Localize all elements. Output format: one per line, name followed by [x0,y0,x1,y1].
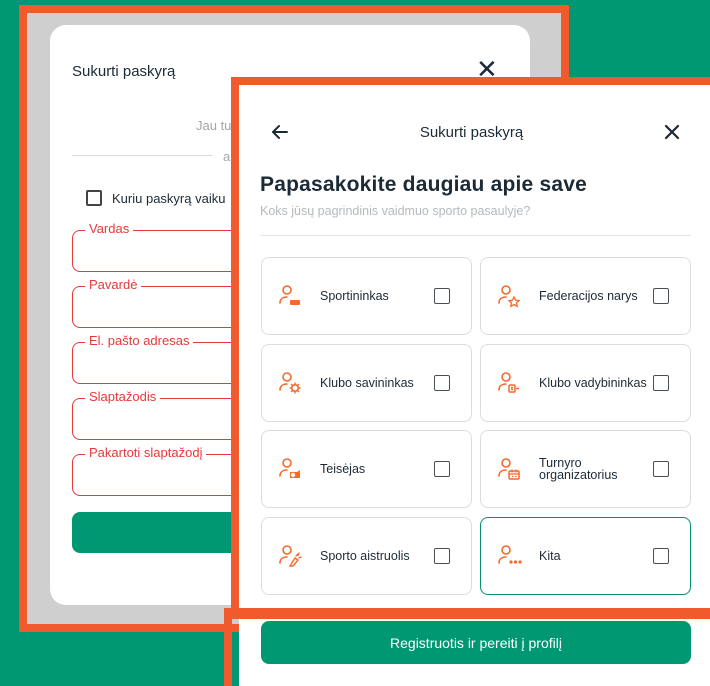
child-account-checkbox-label: Kuriu paskyrą vaiku [112,191,226,206]
federation-member-icon [498,285,521,308]
repeat-password-field[interactable]: Pakartoti slaptažodį [72,445,232,496]
first-name-field[interactable]: Vardas [72,221,232,272]
password-field[interactable]: Slaptažodis [72,389,232,440]
club-owner-icon [279,372,301,394]
last-name-label: Pavardė [85,277,142,292]
role-card-klubo-savininkas[interactable]: Klubo savininkas [261,344,472,422]
last-name-field[interactable]: Pavardė [72,277,232,328]
tournament-organizer-icon [498,458,520,480]
role-label: Kita [539,549,561,563]
role-card-turnyro-organizatorius[interactable]: Turnyro organizatorius [480,430,691,508]
back-or-text: a [223,149,231,164]
modal-title: Sukurti paskyrą [419,124,524,141]
role-card-klubo-vadybininkas[interactable]: Klubo vadybininkas [480,344,691,422]
role-card-kita[interactable]: Kita [480,517,691,595]
heading-divider [260,235,691,236]
role-label: Teisėjas [320,462,366,476]
role-checkbox[interactable] [434,288,450,304]
role-card-teisejas[interactable]: Teisėjas [261,430,472,508]
role-label: Klubo savininkas [320,376,414,390]
role-label: Turnyro organizatorius [539,456,618,482]
first-name-label: Vardas [85,221,134,236]
sports-fan-icon [279,545,302,567]
role-card-federacijos-narys[interactable]: Federacijos narys [480,257,691,335]
role-label: Federacijos narys [539,289,638,303]
repeat-password-label: Pakartoti slaptažodį [85,445,207,460]
role-checkbox[interactable] [653,375,669,391]
role-checkbox[interactable] [434,548,450,564]
role-checkbox[interactable] [653,548,669,564]
register-button[interactable]: Registruotis ir pereiti į profilį [261,621,691,664]
password-label: Slaptažodis [85,389,161,404]
email-field[interactable]: El. pašto adresas [72,333,232,384]
other-icon [498,545,522,564]
role-card-sporto-aistruolis[interactable]: Sporto aistruolis [261,517,472,595]
email-label: El. pašto adresas [85,333,194,348]
role-checkbox[interactable] [653,461,669,477]
role-label: Klubo vadybininkas [539,376,647,390]
close-icon[interactable] [662,122,682,142]
role-checkbox[interactable] [434,375,450,391]
role-checkbox[interactable] [434,461,450,477]
athlete-icon [279,285,300,305]
referee-icon [279,458,300,478]
page-subheading: Koks jūsų pagrindinis vaidmuo sporto pas… [260,204,531,218]
page-heading: Papasakokite daugiau apie save [260,173,587,196]
club-manager-icon [498,372,519,393]
back-panel-title: Sukurti paskyrą [72,63,176,80]
back-divider [72,155,212,156]
role-label: Sporto aistruolis [320,549,410,563]
child-account-checkbox[interactable] [86,190,102,206]
back-submit-button[interactable] [72,512,232,553]
role-card-sportininkas[interactable]: Sportininkas [261,257,472,335]
role-checkbox[interactable] [653,288,669,304]
role-label: Sportininkas [320,289,389,303]
